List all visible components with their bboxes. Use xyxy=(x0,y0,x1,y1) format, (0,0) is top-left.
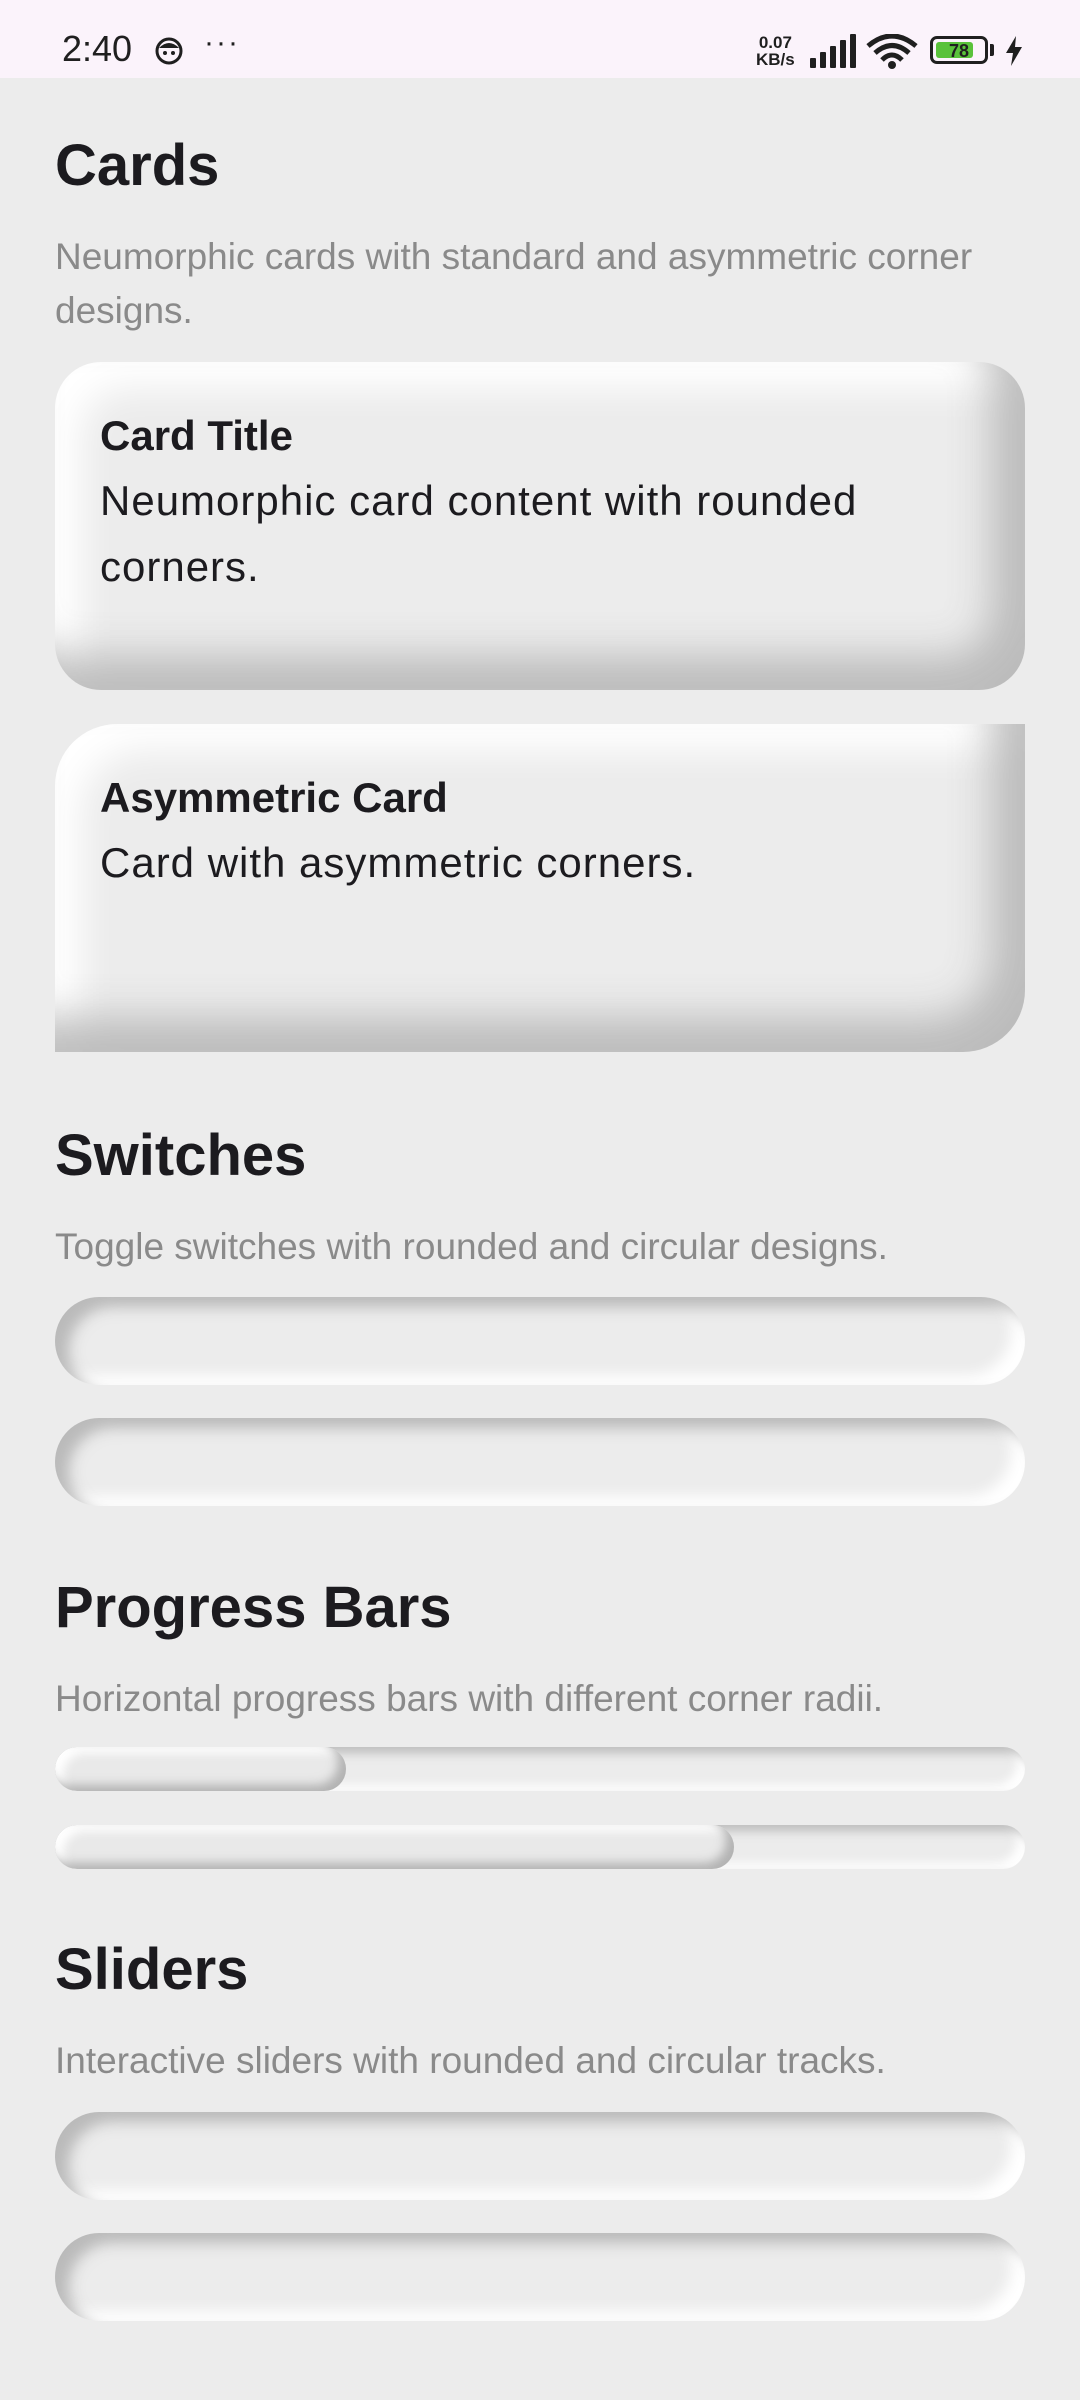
signal-icon xyxy=(810,34,856,68)
battery-level: 78 xyxy=(948,41,970,61)
progress-section-description: Horizontal progress bars with different … xyxy=(55,1678,884,1719)
progress-bar-circular xyxy=(55,1825,1025,1869)
neumorphic-card[interactable]: Card Title Neumorphic card content with … xyxy=(55,362,1025,690)
progress-bar-rounded xyxy=(55,1747,1025,1791)
rounded-slider[interactable] xyxy=(55,2112,1025,2200)
more-indicator: ··· xyxy=(204,26,240,59)
net-speed-value: 0.07 xyxy=(758,33,792,52)
asymmetric-card[interactable]: Asymmetric Card Card with asymmetric cor… xyxy=(55,724,1025,1052)
status-bar: 2:40 ··· 0.07 KB/s 78 xyxy=(0,0,1080,78)
asymmetric-card-title: Asymmetric Card xyxy=(100,774,448,821)
card-title: Card Title xyxy=(100,412,293,459)
progress-fill xyxy=(55,1825,734,1869)
cards-section-description: Neumorphic cards with standard and asymm… xyxy=(55,236,973,331)
battery-icon: 78 xyxy=(930,36,988,64)
circular-slider[interactable] xyxy=(55,2233,1025,2321)
asymmetric-card-body: Card with asymmetric corners. xyxy=(100,839,697,886)
switches-section-title: Switches xyxy=(55,1123,307,1188)
net-speed: 0.07 KB/s xyxy=(756,34,795,68)
progress-section-title: Progress Bars xyxy=(55,1575,452,1640)
card-body: Neumorphic card content with rounded cor… xyxy=(100,477,858,590)
status-time: 2:40 xyxy=(62,28,133,69)
face-icon xyxy=(155,37,183,65)
switches-section-description: Toggle switches with rounded and circula… xyxy=(55,1226,888,1267)
sliders-section-title: Sliders xyxy=(55,1937,249,2002)
net-speed-unit: KB/s xyxy=(756,50,795,69)
sliders-section-description: Interactive sliders with rounded and cir… xyxy=(55,2040,886,2081)
rounded-switch[interactable] xyxy=(55,1297,1025,1385)
circular-switch[interactable] xyxy=(55,1418,1025,1506)
cards-section-title: Cards xyxy=(55,133,220,198)
battery-cap xyxy=(990,44,994,56)
progress-fill xyxy=(55,1747,346,1791)
charging-bolt-icon xyxy=(1006,36,1022,66)
wifi-icon xyxy=(866,34,918,69)
